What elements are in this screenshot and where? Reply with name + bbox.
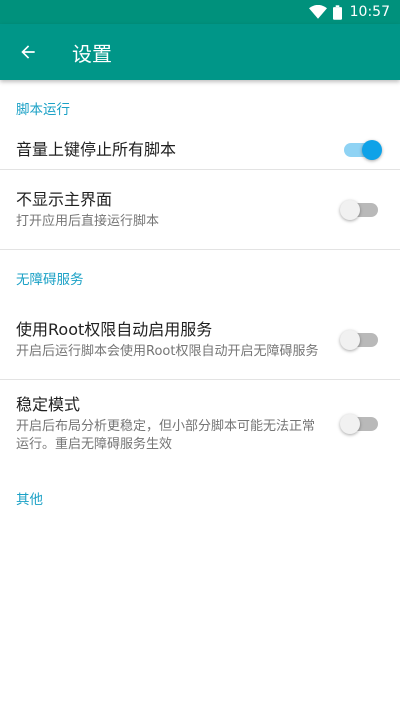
- category-other: 其他: [16, 492, 43, 508]
- pref-title: 音量上键停止所有脚本: [16, 139, 177, 159]
- category-script-running: 脚本运行: [16, 102, 70, 118]
- arrow-back-icon: [21, 45, 35, 59]
- category-accessibility: 无障碍服务: [16, 272, 84, 288]
- pref-stable-mode[interactable]: 稳定模式 开启后布局分析更稳定，但小部分脚本可能无法正常运行。重启无障碍服务生效: [0, 380, 400, 468]
- page-title: 设置: [72, 41, 112, 66]
- stable-mode-switch[interactable]: [340, 414, 378, 434]
- pref-title: 使用Root权限自动启用服务: [16, 319, 213, 339]
- pref-volume-stop-scripts[interactable]: 音量上键停止所有脚本: [0, 130, 400, 170]
- wifi-icon: [308, 5, 327, 19]
- root-accessibility-switch[interactable]: [340, 329, 378, 350]
- pref-root-accessibility[interactable]: 使用Root权限自动启用服务 开启后运行脚本会使用Root权限自动开启无障碍服务: [0, 300, 400, 380]
- switch-thumb: [340, 329, 360, 350]
- battery-icon: [332, 4, 342, 20]
- switch-thumb: [362, 139, 382, 160]
- pref-texts: 使用Root权限自动启用服务 开启后运行脚本会使用Root权限自动开启无障碍服务: [16, 319, 384, 361]
- pref-summary: 开启后运行脚本会使用Root权限自动开启无障碍服务: [16, 343, 319, 359]
- status-time: 10:57: [349, 4, 390, 20]
- pref-title: 不显示主界面: [16, 189, 113, 209]
- switch-thumb: [340, 199, 360, 220]
- pref-summary: 开启后布局分析更稳定，但小部分脚本可能无法正常运行。重启无障碍服务生效: [16, 419, 316, 452]
- pref-texts: 稳定模式 开启后布局分析更稳定，但小部分脚本可能无法正常运行。重启无障碍服务生效: [16, 394, 384, 454]
- pref-hide-main-ui[interactable]: 不显示主界面 打开应用后直接运行脚本: [0, 170, 400, 250]
- pref-texts: 不显示主界面 打开应用后直接运行脚本: [16, 189, 384, 231]
- pref-summary: 打开应用后直接运行脚本: [16, 213, 160, 229]
- settings-list: 脚本运行 音量上键停止所有脚本 不显示主界面 打开应用后直接运行脚本 无障碍服务…: [0, 80, 400, 518]
- back-button[interactable]: [0, 24, 56, 80]
- hide-main-ui-switch[interactable]: [340, 199, 378, 220]
- volume-stop-switch[interactable]: [344, 139, 382, 160]
- app-bar: 设置: [0, 24, 400, 80]
- switch-thumb: [340, 414, 360, 434]
- pref-title: 稳定模式: [16, 395, 81, 414]
- status-bar: 10:57: [0, 0, 400, 24]
- pref-texts: 音量上键停止所有脚本: [16, 139, 384, 161]
